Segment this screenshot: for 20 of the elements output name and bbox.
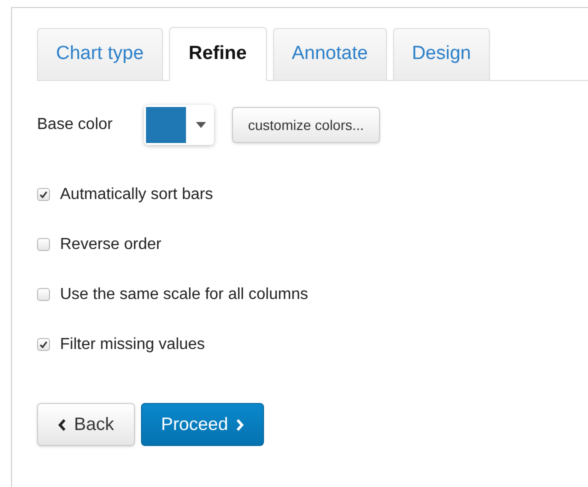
checkbox[interactable] xyxy=(37,238,50,251)
checkbox[interactable] xyxy=(37,288,50,301)
tab[interactable]: Refine xyxy=(168,27,267,81)
tab[interactable]: Design xyxy=(392,28,490,80)
checkbox[interactable] xyxy=(37,188,50,201)
option-label: Autmatically sort bars xyxy=(60,184,213,204)
option-label: Reverse order xyxy=(60,234,162,254)
tab[interactable]: Annotate xyxy=(272,28,387,80)
tab[interactable]: Chart type xyxy=(37,28,163,80)
color-picker[interactable] xyxy=(144,105,214,145)
field-label: Base color xyxy=(37,115,114,135)
back-button[interactable]: Back xyxy=(37,403,136,446)
option-label: Use the same scale for all columns xyxy=(60,284,308,304)
option-label: Filter missing values xyxy=(60,334,205,354)
proceed-button[interactable]: Proceed xyxy=(141,403,264,446)
checkbox[interactable] xyxy=(37,338,50,351)
chevron-left-icon xyxy=(58,418,66,430)
chevron-right-icon xyxy=(236,418,244,430)
caret-icon xyxy=(196,122,206,128)
customize-colors-button[interactable]: customize colors... xyxy=(232,107,380,143)
